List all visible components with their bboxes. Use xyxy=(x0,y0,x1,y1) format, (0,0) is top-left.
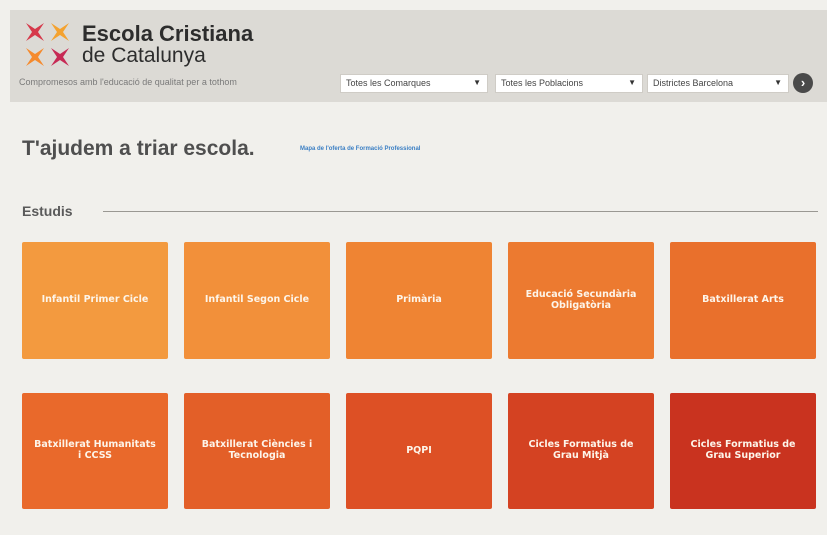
dropdown-arrow-icon: ▼ xyxy=(628,78,636,87)
section-divider xyxy=(103,211,818,212)
brand-subname[interactable]: de Catalunya xyxy=(82,44,206,68)
study-tile[interactable]: Primària xyxy=(346,242,492,359)
estudis-heading: Estudis xyxy=(22,203,73,219)
arrow-right-circle-icon: › xyxy=(800,75,806,90)
study-tile[interactable]: Educació Secundària Obligatòria xyxy=(508,242,654,359)
districtes-select[interactable]: Districtes Barcelona ▼ xyxy=(647,74,789,93)
study-tile[interactable]: Cicles Formatius de Grau Mitjà xyxy=(508,393,654,509)
dropdown-arrow-icon: ▼ xyxy=(774,78,782,87)
logo[interactable] xyxy=(24,21,72,71)
page-title: T'ajudem a triar escola. xyxy=(22,137,255,160)
comarques-select[interactable]: Totes les Comarques ▼ xyxy=(340,74,488,93)
fp-map-link[interactable]: Mapa de l'oferta de Formació Professiona… xyxy=(300,146,420,152)
study-tile[interactable]: PQPI xyxy=(346,393,492,509)
logo-petal-icon xyxy=(24,21,46,43)
comarques-select-value: Totes les Comarques xyxy=(346,78,431,88)
study-tile[interactable]: Batxillerat Ciències i Tecnologia xyxy=(184,393,330,509)
poblacions-select-value: Totes les Poblacions xyxy=(501,78,584,88)
study-tile[interactable]: Infantil Segon Cicle xyxy=(184,242,330,359)
go-button[interactable]: › xyxy=(793,73,813,93)
study-tile[interactable]: Batxillerat Humanitats i CCSS xyxy=(22,393,168,509)
dropdown-arrow-icon: ▼ xyxy=(473,78,481,87)
poblacions-select[interactable]: Totes les Poblacions ▼ xyxy=(495,74,643,93)
site-header: Escola Cristiana de Catalunya Compromeso… xyxy=(10,10,827,102)
study-tile[interactable]: Batxillerat Arts xyxy=(670,242,816,359)
logo-petal-icon xyxy=(49,21,71,43)
study-tile[interactable]: Infantil Primer Cicle xyxy=(22,242,168,359)
districtes-select-value: Districtes Barcelona xyxy=(653,78,734,88)
logo-petal-icon xyxy=(24,46,46,68)
tagline: Compromesos amb l'educació de qualitat p… xyxy=(19,77,237,87)
study-tile[interactable]: Cicles Formatius de Grau Superior xyxy=(670,393,816,509)
logo-petal-icon xyxy=(49,46,71,68)
